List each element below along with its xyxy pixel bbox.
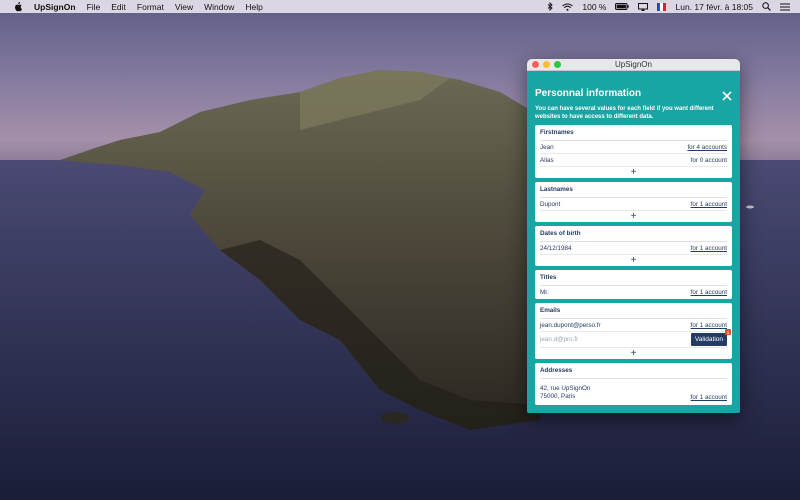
wifi-icon[interactable]	[562, 3, 574, 11]
pending-email-value: jean.d@pro.fr	[540, 336, 579, 343]
menu-clock[interactable]: Lun. 17 févr. à 18:05	[675, 2, 753, 12]
emails-card: Emails jean.dupont@perso.fr for 1 accoun…	[535, 303, 732, 359]
apple-icon[interactable]	[12, 1, 24, 12]
close-icon[interactable]	[721, 90, 733, 102]
add-firstname-button[interactable]: +	[540, 167, 727, 178]
address-line-1: 42, rue UpSignOn	[540, 385, 591, 392]
airplay-icon[interactable]	[638, 2, 649, 11]
list-item[interactable]: jean.dupont@perso.fr for 1 account	[540, 319, 727, 332]
item-value: Dupont	[540, 200, 561, 208]
menu-edit[interactable]: Edit	[111, 2, 126, 12]
notification-badge: 1	[725, 329, 731, 335]
window-title: UpSignOn	[615, 60, 652, 69]
item-value: jean.dupont@perso.fr	[540, 321, 601, 329]
item-value: 24/12/1984	[540, 244, 572, 252]
validation-label: Validation	[694, 336, 723, 343]
accounts-link[interactable]: for 1 account	[691, 322, 727, 329]
address-line-2: 75000, Paris	[540, 393, 576, 400]
list-item[interactable]: 42, rue UpSignOn 75000, Paris for 1 acco…	[540, 379, 727, 405]
item-value: Jean	[540, 143, 554, 151]
list-item[interactable]: Jean for 4 accounts	[540, 141, 727, 154]
bluetooth-icon[interactable]	[547, 2, 554, 11]
dates-of-birth-card: Dates of birth 24/12/1984 for 1 account …	[535, 226, 732, 266]
card-title: Titles	[540, 270, 727, 286]
menu-file[interactable]: File	[87, 2, 101, 12]
list-item[interactable]: Alias for 0 account	[540, 154, 727, 167]
lastnames-card: Lastnames Dupont for 1 account +	[535, 182, 732, 222]
menu-view[interactable]: View	[175, 2, 193, 12]
page-title: Personnal information	[535, 88, 642, 99]
flag-icon[interactable]	[657, 2, 667, 11]
menu-bar: UpSignOn File Edit Format View Window He…	[0, 0, 800, 13]
accounts-link[interactable]: for 1 account	[691, 289, 727, 296]
card-title: Lastnames	[540, 182, 727, 198]
firstnames-card: Firstnames Jean for 4 accounts Alias for…	[535, 125, 732, 178]
titles-card: Titles Mr. for 1 account	[535, 270, 732, 299]
card-title: Dates of birth	[540, 226, 727, 242]
menu-app-name[interactable]: UpSignOn	[34, 2, 76, 12]
card-title: Firstnames	[540, 125, 727, 141]
add-date-of-birth-button[interactable]: +	[540, 255, 727, 266]
accounts-link[interactable]: for 1 account	[691, 201, 727, 208]
upsignon-window: UpSignOn Personnal information You can h…	[527, 59, 740, 413]
page-description: You can have several values for each fie…	[535, 106, 714, 120]
list-item[interactable]: Mr. for 1 account	[540, 286, 727, 299]
list-item[interactable]: Dupont for 1 account	[540, 198, 727, 211]
control-center-icon[interactable]	[780, 3, 790, 11]
add-email-button[interactable]: +	[540, 348, 727, 359]
item-value: Alias	[540, 156, 554, 164]
window-content: Personnal information You can have sever…	[527, 88, 740, 405]
item-value: Mr.	[540, 289, 549, 296]
battery-icon[interactable]	[615, 3, 630, 10]
accounts-link[interactable]: for 1 account	[691, 245, 727, 252]
menu-format[interactable]: Format	[137, 2, 164, 12]
menu-window[interactable]: Window	[204, 2, 234, 12]
accounts-link[interactable]: for 0 account	[691, 157, 727, 164]
validation-button[interactable]: Validation 1	[690, 329, 731, 346]
list-item[interactable]: 24/12/1984 for 1 account	[540, 242, 727, 255]
menu-help[interactable]: Help	[245, 2, 262, 12]
accounts-link[interactable]: for 1 account	[691, 394, 727, 401]
card-title: Addresses	[540, 363, 727, 379]
card-title: Emails	[540, 303, 727, 319]
pending-email-row: jean.d@pro.fr Validation 1	[540, 329, 731, 348]
spotlight-search-icon[interactable]	[762, 2, 771, 11]
accounts-link[interactable]: for 4 accounts	[687, 144, 727, 151]
window-titlebar[interactable]: UpSignOn	[527, 59, 740, 71]
add-lastname-button[interactable]: +	[540, 211, 727, 222]
addresses-card: Addresses 42, rue UpSignOn 75000, Paris …	[535, 363, 732, 405]
battery-percent[interactable]: 100 %	[582, 2, 606, 12]
